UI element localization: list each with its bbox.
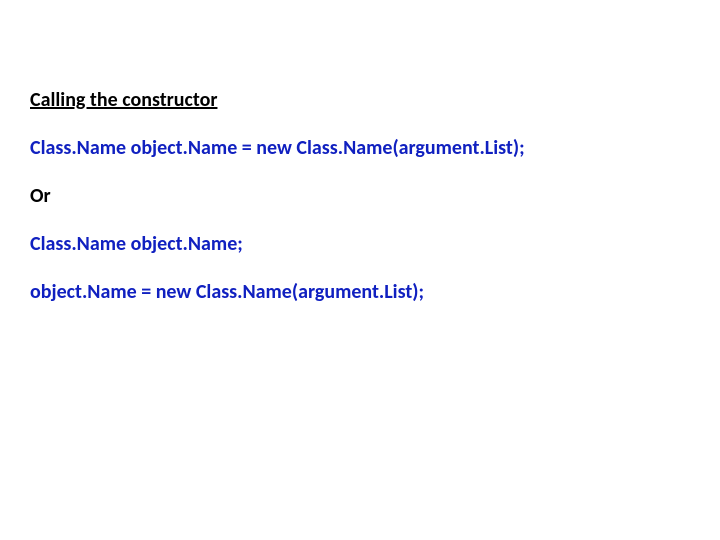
section-heading: Calling the constructor (30, 88, 690, 112)
code-line-1: Class.Name object.Name = new Class.Name(… (30, 136, 690, 160)
slide: Calling the constructor Class.Name objec… (0, 0, 720, 540)
or-label: Or (30, 184, 690, 208)
code-line-2: Class.Name object.Name; (30, 232, 690, 256)
code-line-3: object.Name = new Class.Name(argument.Li… (30, 280, 690, 304)
